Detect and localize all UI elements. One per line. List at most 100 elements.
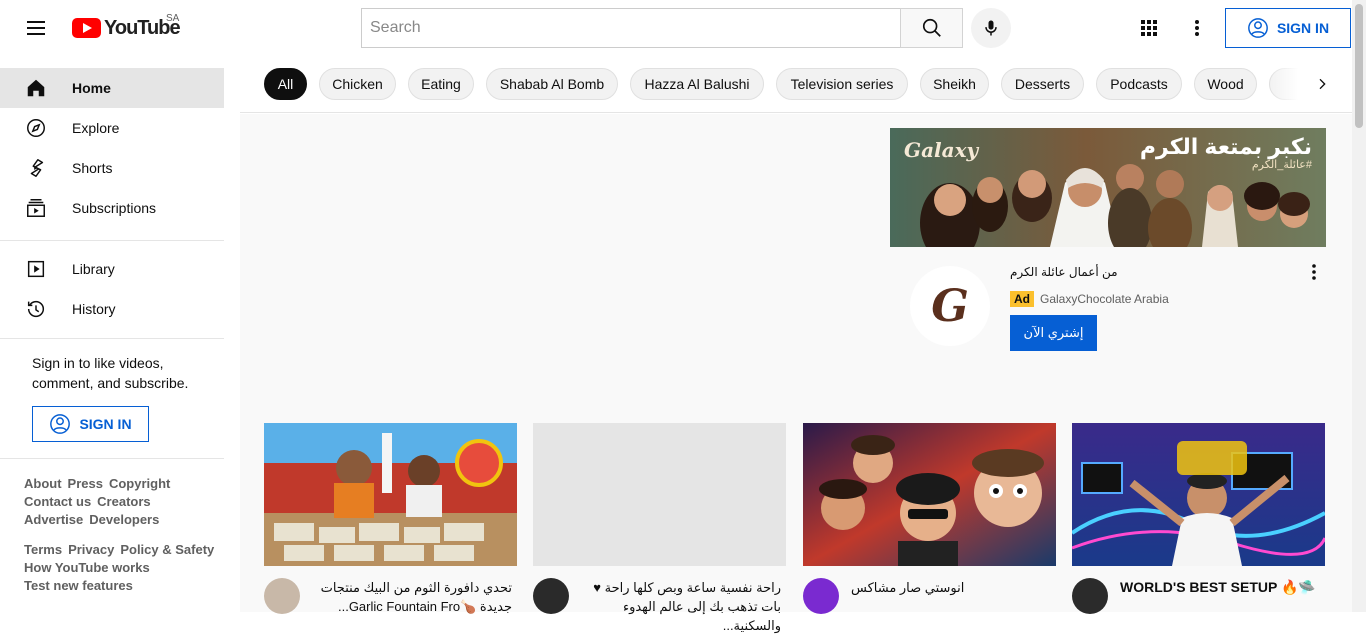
footer-link-how-youtube-works[interactable]: How YouTube works [24, 560, 150, 575]
chips-next-button[interactable] [1302, 64, 1342, 104]
sign-in-button[interactable]: SIGN IN [1225, 8, 1351, 48]
footer-link-contact[interactable]: Contact us [24, 494, 91, 509]
scrollbar-thumb[interactable] [1355, 4, 1363, 128]
sidebar-item-library[interactable]: Library [0, 249, 224, 289]
sign-in-label: SIGN IN [79, 416, 132, 432]
sign-in-label: SIGN IN [1276, 20, 1330, 36]
settings-more-button[interactable] [1177, 8, 1217, 48]
sidebar-item-explore[interactable]: Explore [0, 108, 224, 148]
youtube-play-logo-icon [72, 18, 101, 38]
channel-avatar[interactable] [1072, 578, 1108, 614]
sidebar-divider [0, 240, 224, 241]
sidebar: Home Explore Shorts Subscriptions Librar… [0, 56, 240, 612]
page-scrollbar[interactable] [1352, 0, 1366, 612]
compass-icon [24, 116, 48, 140]
channel-avatar[interactable] [803, 578, 839, 614]
history-icon [24, 297, 48, 321]
chip-television-series[interactable]: Television series [776, 68, 908, 100]
chip-podcasts[interactable]: Podcasts [1096, 68, 1182, 100]
video-meta: انوستي صار مشاكس [803, 578, 1056, 618]
chip-wood[interactable]: Wood [1194, 68, 1257, 100]
video-thumbnail-placeholder[interactable] [533, 423, 786, 566]
account-circle-icon [50, 414, 71, 434]
sidebar-sign-in-button[interactable]: SIGN IN [32, 406, 149, 442]
chip-hazza-al-balushi[interactable]: Hazza Al Balushi [630, 68, 764, 100]
sidebar-item-label: Shorts [72, 160, 113, 176]
sidebar-item-label: Explore [72, 120, 120, 136]
video-meta: WORLD'S BEST SETUP 🔥🛸 [1072, 578, 1325, 618]
ad-title[interactable]: من أعمال عائلة الكرم [1010, 265, 1118, 279]
apps-button[interactable] [1129, 8, 1169, 48]
sidebar-item-history[interactable]: History [0, 289, 224, 329]
channel-avatar[interactable] [264, 578, 300, 614]
chip-chicken[interactable]: Chicken [319, 68, 396, 100]
sidebar-divider [0, 338, 224, 339]
footer-link-about[interactable]: About [24, 476, 62, 491]
footer-link-developers[interactable]: Developers [89, 512, 159, 527]
footer-link-copyright[interactable]: Copyright [109, 476, 170, 491]
footer-links-group-2: Terms Privacy Policy & Safety How YouTube … [24, 541, 224, 595]
search-icon [922, 18, 941, 37]
menu-icon [27, 21, 45, 35]
video-card[interactable]: تحدي دافورة الثوم من البيك منتجات جديدة … [264, 423, 517, 618]
account-circle-icon [1248, 18, 1268, 38]
footer-link-privacy[interactable]: Privacy [68, 542, 114, 557]
sidebar-item-label: Library [72, 261, 115, 277]
main-content: Galaxy نكبر بمتعة الكرم #عائلة_الكرم G م… [240, 114, 1352, 633]
video-thumbnail[interactable] [264, 423, 517, 566]
search-button[interactable] [900, 8, 963, 48]
ad-banner-image[interactable]: Galaxy نكبر بمتعة الكرم #عائلة_الكرم [890, 128, 1326, 247]
ad-more-button[interactable] [1304, 262, 1324, 282]
chip-desserts[interactable]: Desserts [1001, 68, 1084, 100]
ad-badge: Ad [1010, 291, 1034, 307]
thumbnail-image [803, 423, 1056, 566]
footer-link-test-new-features[interactable]: Test new features [24, 578, 133, 593]
footer-links-group-1: About Press Copyright Contact us Creators A… [24, 475, 224, 529]
voice-search-button[interactable] [971, 8, 1011, 48]
advertiser-logo[interactable]: G [910, 266, 990, 346]
footer-link-creators[interactable]: Creators [97, 494, 150, 509]
search-input[interactable] [361, 8, 900, 48]
footer-link-terms[interactable]: Terms [24, 542, 62, 557]
country-code: SA [166, 13, 180, 24]
video-card[interactable]: WORLD'S BEST SETUP 🔥🛸 [1072, 423, 1325, 618]
advertiser-name: GalaxyChocolate Arabia [1040, 292, 1169, 306]
video-title[interactable]: تحدي دافورة الثوم من البيك منتجات جديدة … [312, 578, 512, 616]
youtube-logo[interactable]: YouTube [72, 16, 181, 40]
video-title[interactable]: انوستي صار مشاكس [851, 578, 1051, 597]
video-title[interactable]: راحة نفسية ساعة وبص كلها راحة ♥ بات تذهب… [581, 578, 781, 635]
ad-cta-button[interactable]: إشتري الآن [1010, 315, 1097, 351]
video-thumbnail[interactable] [1072, 423, 1325, 566]
channel-avatar[interactable] [533, 578, 569, 614]
video-card[interactable]: راحة نفسية ساعة وبص كلها راحة ♥ بات تذهب… [533, 423, 786, 633]
more-vertical-icon [1195, 20, 1199, 36]
home-icon [24, 76, 48, 100]
footer-link-advertise[interactable]: Advertise [24, 512, 83, 527]
footer-link-policy-safety[interactable]: Policy & Safety [120, 542, 214, 557]
sidebar-item-label: Home [72, 80, 111, 96]
filter-chips-bar: All Chicken Eating Shabab Al Bomb Hazza … [240, 56, 1352, 113]
sign-in-prompt: Sign in to like videos, comment, and sub… [32, 355, 189, 391]
sidebar-item-home[interactable]: Home [0, 68, 224, 108]
shorts-icon [24, 156, 48, 180]
ad-family-photo [920, 164, 1310, 247]
footer-link-press[interactable]: Press [68, 476, 103, 491]
video-title[interactable]: WORLD'S BEST SETUP 🔥🛸 [1120, 578, 1320, 597]
video-thumbnail[interactable] [803, 423, 1056, 566]
thumbnail-image [1072, 423, 1325, 566]
ad-meta-row: Ad GalaxyChocolate Arabia [1010, 291, 1169, 307]
sidebar-item-subscriptions[interactable]: Subscriptions [0, 188, 224, 228]
sidebar-item-shorts[interactable]: Shorts [0, 148, 224, 188]
video-meta: راحة نفسية ساعة وبص كلها راحة ♥ بات تذهب… [533, 578, 786, 633]
video-card[interactable]: انوستي صار مشاكس [803, 423, 1056, 618]
apps-grid-icon [1141, 20, 1157, 36]
chip-sheikh[interactable]: Sheikh [920, 68, 989, 100]
chip-eating[interactable]: Eating [408, 68, 474, 100]
top-header: YouTube SA SIGN IN [0, 0, 1366, 56]
chip-all[interactable]: All [264, 68, 307, 100]
chip-shabab-al-bomb[interactable]: Shabab Al Bomb [486, 68, 618, 100]
library-icon [24, 257, 48, 281]
sidebar-item-label: History [72, 301, 116, 317]
sidebar-divider [0, 458, 224, 459]
menu-button[interactable] [16, 8, 56, 48]
